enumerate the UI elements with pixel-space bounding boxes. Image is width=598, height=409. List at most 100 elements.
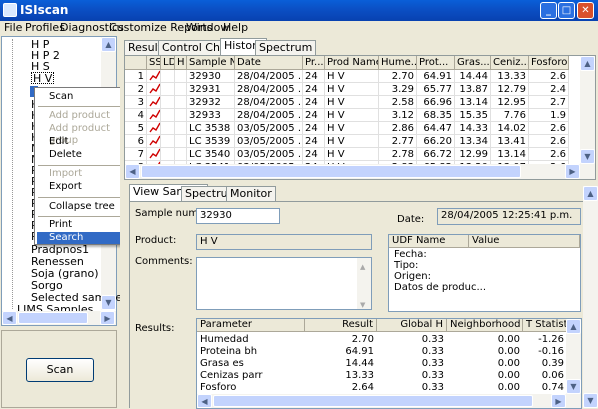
menu-item-add-product-group[interactable]: Add product group [37,123,131,146]
history-cell[interactable]: 1 [125,70,147,83]
history-hscroll[interactable]: ◀ ▶ [125,164,595,179]
history-col-header[interactable]: Hume... [379,56,417,70]
history-cell[interactable]: H V [325,148,379,161]
history-cell[interactable]: 2.6 [529,148,569,161]
history-cell[interactable] [175,109,187,122]
history-cell[interactable] [161,148,175,161]
history-cell[interactable]: 32932 [187,96,235,109]
history-cell[interactable]: 12.99 [455,148,491,161]
history-cell[interactable]: 66.96 [417,96,455,109]
udf-header-name[interactable]: UDF Name [389,235,469,248]
sample-number-field[interactable]: 32930 [196,208,280,224]
history-cell[interactable]: 2.6 [529,70,569,83]
history-cell[interactable]: 15.35 [455,109,491,122]
history-cell[interactable]: H V [325,70,379,83]
history-cell[interactable] [175,70,187,83]
history-cell[interactable]: 13.41 [491,135,529,148]
history-cell[interactable] [161,96,175,109]
history-cell[interactable]: 2.78 [379,148,417,161]
history-cell[interactable]: 13.14 [491,148,529,161]
history-col-header[interactable]: Sample No [187,56,235,70]
history-cell[interactable] [161,135,175,148]
history-cell[interactable]: 4 [125,109,147,122]
history-cell[interactable] [161,83,175,96]
history-cell[interactable]: 1.9 [529,109,569,122]
history-cell[interactable]: 2.6 [529,135,569,148]
history-cell[interactable] [161,109,175,122]
history-cell[interactable]: 2.4 [529,83,569,96]
scan-button[interactable]: Scan [26,358,94,382]
scroll-up-icon[interactable]: ▲ [583,186,598,201]
history-col-header[interactable]: LD [161,56,175,70]
history-cell[interactable]: 03/05/2005 ... [235,135,303,148]
history-col-header[interactable]: Ceniz... [491,56,529,70]
history-cell[interactable]: H V [325,122,379,135]
history-cell[interactable]: 24 [303,96,325,109]
history-cell[interactable]: 14.02 [491,122,529,135]
results-table[interactable]: Parameter Result Global H Neighborhood HT S… [196,318,582,409]
history-cell[interactable]: 2 [125,83,147,96]
history-cell[interactable]: 2.7 [529,96,569,109]
scroll-down-icon[interactable]: ▼ [101,295,116,310]
history-cell[interactable]: 7.76 [491,109,529,122]
scroll-up-icon[interactable]: ▲ [360,260,365,274]
tree-item-hv[interactable]: H V [31,72,55,85]
history-cell[interactable]: 03/05/2005 ... [235,148,303,161]
scroll-down-icon[interactable]: ▼ [566,379,581,394]
history-cell[interactable]: 66.72 [417,148,455,161]
tab-monitor[interactable]: Monitor [226,186,276,201]
history-cell[interactable]: 13.34 [455,135,491,148]
history-col-header[interactable]: Fosforo [529,56,569,70]
history-cell[interactable] [161,70,175,83]
menu-item-delete[interactable]: Delete [37,149,131,161]
history-col-header[interactable]: Prod Name [325,56,379,70]
history-cell[interactable]: 03/05/2005 ... [235,122,303,135]
history-cell[interactable]: 24 [303,109,325,122]
scroll-thumb[interactable] [213,395,533,407]
scroll-left-icon[interactable]: ◀ [197,394,212,408]
results-col-header[interactable]: Neighborhood H [447,319,531,332]
history-cell[interactable]: 68.35 [417,109,455,122]
scroll-right-icon[interactable]: ▶ [100,311,115,325]
history-cell[interactable] [175,135,187,148]
history-col-header[interactable] [125,56,147,70]
results-col-header[interactable]: Result [305,319,377,332]
history-cell[interactable] [161,122,175,135]
scroll-left-icon[interactable]: ◀ [125,164,140,179]
results-col-header[interactable]: T Statistic [523,319,576,332]
panel-vscroll[interactable]: ▲ ▼ [583,186,598,408]
history-cell[interactable] [175,96,187,109]
history-cell[interactable]: 28/04/2005 ... [235,83,303,96]
history-cell[interactable]: 65.77 [417,83,455,96]
history-cell[interactable]: 24 [303,83,325,96]
history-cell[interactable]: 2.86 [379,122,417,135]
history-cell[interactable]: 2.77 [379,135,417,148]
menu-help[interactable]: Help [223,21,248,35]
results-col-header[interactable]: Parameter [197,319,305,332]
history-cell[interactable]: 14.44 [455,70,491,83]
menu-item-edit[interactable]: Edit [37,136,131,148]
scroll-thumb[interactable] [18,312,88,324]
udf-header-value[interactable]: Value [469,235,580,248]
menu-item-print[interactable]: Print [37,219,131,231]
scroll-up-icon[interactable]: ▲ [101,37,116,52]
history-cell[interactable]: 28/04/2005 ... [235,70,303,83]
history-col-header[interactable]: Date [235,56,303,70]
menu-item-scan[interactable]: Scan [37,91,131,103]
scroll-right-icon[interactable]: ▶ [565,164,580,179]
tab-spectrum-top[interactable]: Spectrum [255,40,317,55]
history-cell[interactable]: 13.87 [455,83,491,96]
history-col-header[interactable]: Pr... [303,56,325,70]
minimize-button[interactable]: _ [540,2,557,19]
history-cell[interactable]: 2.58 [379,96,417,109]
history-cell[interactable]: 2.70 [379,70,417,83]
history-cell[interactable]: 3.29 [379,83,417,96]
history-cell[interactable]: 32930 [187,70,235,83]
history-cell[interactable]: 24 [303,122,325,135]
history-cell[interactable]: 13.33 [491,70,529,83]
history-cell[interactable]: 6 [125,135,147,148]
history-cell[interactable]: 24 [303,70,325,83]
results-col-header[interactable]: Global H [377,319,447,332]
history-cell[interactable]: 7 [125,148,147,161]
history-cell[interactable] [175,83,187,96]
